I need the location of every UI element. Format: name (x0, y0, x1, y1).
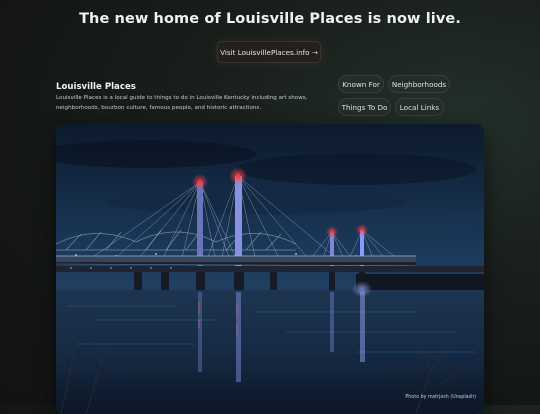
intro-title: Louisville Places (56, 82, 136, 92)
photo-credit: Photo by mstrjosh (Unsplash) (405, 395, 476, 400)
chip-known-for[interactable]: Known For (338, 75, 384, 93)
chip-local-links[interactable]: Local Links (395, 98, 444, 116)
banner-headline: The new home of Louisville Places is now… (79, 11, 461, 27)
hero-photo: Photo by mstrjosh (Unsplash) (56, 124, 484, 414)
intro-description: Louisville Places is a local guide to th… (56, 95, 308, 111)
bridge-night-photo (56, 124, 484, 414)
chip-neighborhoods[interactable]: Neighborhoods (388, 75, 450, 93)
chip-things-to-do[interactable]: Things To Do (338, 98, 391, 116)
visit-site-button[interactable]: Visit LouisvillePlaces.info → (217, 41, 321, 63)
